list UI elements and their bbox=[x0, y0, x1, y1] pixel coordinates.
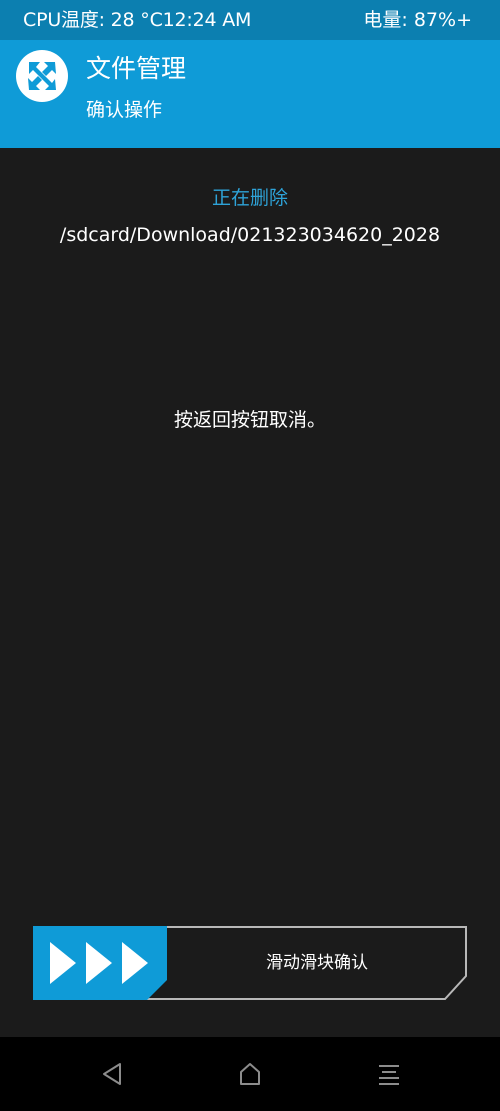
screen: CPU温度: 28 °C12:24 AM 电量: 87%+ 文件管理 确认操作 … bbox=[0, 0, 500, 1111]
header: CPU温度: 28 °C12:24 AM 电量: 87%+ 文件管理 确认操作 bbox=[0, 0, 500, 148]
status-bar: CPU温度: 28 °C12:24 AM 电量: 87%+ bbox=[0, 0, 500, 40]
action-label: 正在删除 bbox=[211, 187, 288, 209]
navigation-bar bbox=[0, 1037, 500, 1111]
triple-chevron-right-icon bbox=[33, 926, 167, 1000]
back-triangle-icon[interactable] bbox=[98, 1060, 126, 1088]
file-path: /sdcard/Download/021323034620_2028 bbox=[59, 224, 441, 246]
slider-handle[interactable] bbox=[33, 926, 167, 1000]
swipe-confirm-slider[interactable]: 滑动滑块确认 bbox=[33, 926, 467, 1000]
home-icon[interactable] bbox=[236, 1060, 264, 1088]
status-battery: 电量: 87%+ bbox=[363, 9, 472, 31]
slider-label: 滑动滑块确认 bbox=[266, 953, 368, 973]
cancel-hint: 按返回按钮取消。 bbox=[173, 409, 326, 431]
status-cpu-time: CPU温度: 28 °C12:24 AM bbox=[23, 9, 252, 31]
page-subtitle: 确认操作 bbox=[86, 99, 163, 121]
menu-lines-icon[interactable] bbox=[375, 1060, 403, 1088]
twrp-logo-icon bbox=[16, 50, 68, 102]
page-title: 文件管理 bbox=[86, 54, 187, 83]
